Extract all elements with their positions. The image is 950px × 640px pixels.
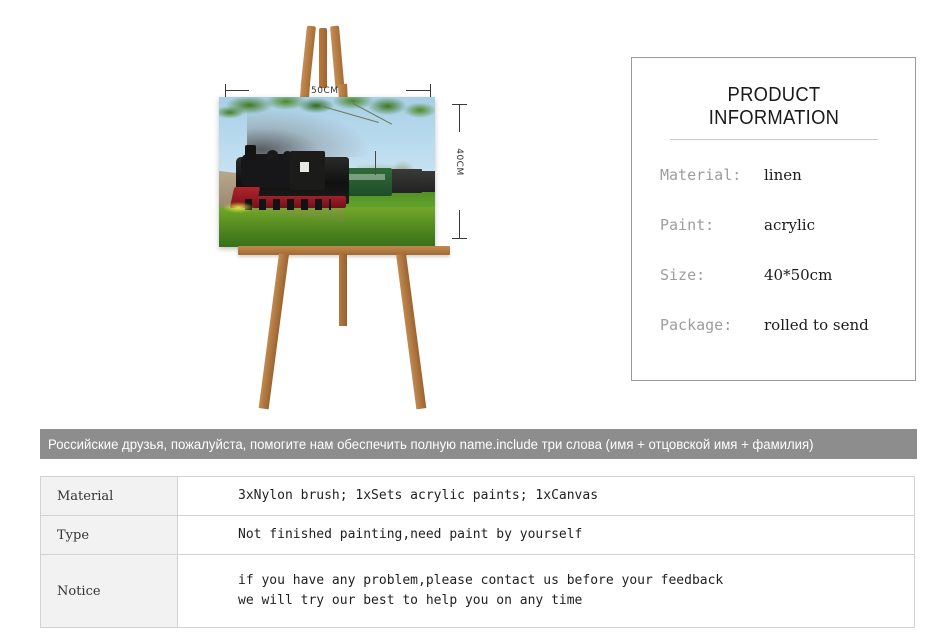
spec-value-type: Not finished painting,need paint by your… xyxy=(177,515,915,555)
info-value-material: linen xyxy=(764,166,802,184)
dim-height-label: 40CM xyxy=(454,148,464,176)
info-value-package: rolled to send xyxy=(764,316,869,334)
info-row-material: Material: linen xyxy=(660,166,915,216)
spec-value-type-line-1: Not finished painting,need paint by your… xyxy=(238,526,583,542)
painting-grass-foreground xyxy=(219,206,435,247)
spec-key-material: Material xyxy=(40,476,178,516)
russian-notice-text: Российские друзья, пожалуйста, помогите … xyxy=(48,436,814,452)
spec-key-notice: Notice xyxy=(40,554,178,628)
painting-cab-window xyxy=(300,161,309,172)
spec-value-material-line-1: 3xNylon brush; 1xSets acrylic paints; 1x… xyxy=(238,487,599,503)
info-row-paint: Paint: acrylic xyxy=(660,216,915,266)
table-row: Type Not finished painting,need paint by… xyxy=(40,515,915,555)
info-row-package: Package: rolled to send xyxy=(660,316,915,366)
spec-key-type: Type xyxy=(40,515,178,555)
spec-value-notice: if you have any problem,please contact u… xyxy=(177,554,915,628)
painting-telegraph-pole xyxy=(374,151,377,175)
dim-tick-right xyxy=(430,84,431,97)
easel-leg-front-right xyxy=(396,253,427,410)
canvas-painting xyxy=(219,97,435,247)
info-row-size: Size: 40*50cm xyxy=(660,266,915,316)
painting-wheels xyxy=(244,199,332,210)
product-info-list: Material: linen Paint: acrylic Size: 40*… xyxy=(632,166,915,366)
easel-leg-top-right xyxy=(330,25,345,89)
table-row: Material 3xNylon brush; 1xSets acrylic p… xyxy=(40,476,915,516)
painting-sand-dome xyxy=(282,151,293,160)
easel-leg-top-center xyxy=(319,28,327,88)
painting-carriage-3 xyxy=(419,170,435,192)
info-value-paint: acrylic xyxy=(764,216,815,234)
dim-line-bottom xyxy=(459,210,460,238)
info-label-paint: Paint: xyxy=(660,216,715,234)
table-row: Notice if you have any problem,please co… xyxy=(40,554,915,628)
painting-tree-leaves xyxy=(219,97,435,148)
info-label-package: Package: xyxy=(660,316,733,334)
russian-notice-banner: Российские друзья, пожалуйста, помогите … xyxy=(40,429,917,459)
spec-value-material: 3xNylon brush; 1xSets acrylic paints; 1x… xyxy=(177,476,915,516)
dim-width-label: 50CM xyxy=(311,86,339,96)
dim-line-left xyxy=(225,90,249,91)
specification-table: Material 3xNylon brush; 1xSets acrylic p… xyxy=(40,476,915,628)
product-information-panel: PRODUCT INFORMATION Material: linen Pain… xyxy=(631,57,916,381)
easel-display-area: 50CM 40CM xyxy=(0,0,620,420)
info-label-material: Material: xyxy=(660,166,742,184)
painting-carriage-window xyxy=(348,173,386,180)
painting-steam-dome xyxy=(266,149,279,160)
painting-carriage-green xyxy=(344,167,392,196)
title-underline xyxy=(669,139,878,140)
page-title: PRODUCT INFORMATION xyxy=(708,84,839,129)
easel-leg-front-left xyxy=(258,253,289,410)
dim-line-right xyxy=(406,90,430,91)
spec-value-notice-line-1: if you have any problem,please contact u… xyxy=(238,572,724,588)
easel-leg-rear-center xyxy=(339,254,347,326)
painting-carriage-2 xyxy=(389,169,423,193)
easel-leg-top-left xyxy=(300,25,316,89)
painting-yellow-flowers xyxy=(223,202,254,213)
dim-line-top xyxy=(459,104,460,132)
dim-tick-bottom xyxy=(452,238,467,239)
spec-value-notice-line-2: we will try our best to help you on any … xyxy=(238,593,583,608)
info-value-size: 40*50cm xyxy=(764,266,833,284)
info-label-size: Size: xyxy=(660,266,706,284)
